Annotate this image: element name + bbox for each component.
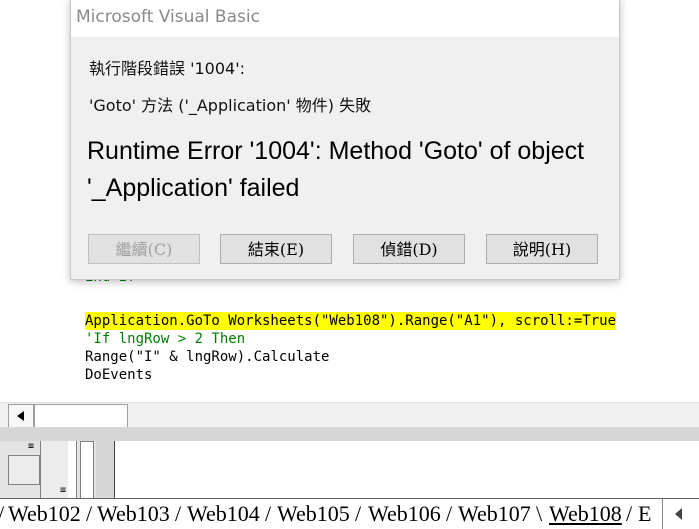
sheet-tab-web108-active[interactable]: Web108 — [549, 501, 622, 527]
sheet-tabs-bar: / Web102 / Web103 / Web104 / Web105 / We… — [0, 498, 699, 529]
sheet-tab-web102[interactable]: Web102 — [8, 501, 81, 527]
sheet-tab-web106[interactable]: Web106 — [368, 501, 441, 527]
tab-separator: / — [626, 501, 633, 526]
tab-separator: / — [355, 501, 362, 526]
code-line-comment[interactable]: 'If lngRow > 2 Then — [85, 330, 245, 348]
split-bar-right[interactable] — [80, 441, 94, 500]
tab-separator: / — [446, 501, 453, 526]
error-dialog: Microsoft Visual Basic 執行階段錯誤 '1004': 'G… — [70, 0, 620, 280]
sheet-tab-web107[interactable]: Web107 — [458, 501, 531, 527]
sheet-tab-web105[interactable]: Web105 — [277, 501, 350, 527]
tab-scroll-left-button[interactable] — [662, 499, 699, 529]
sheet-tab-web104[interactable]: Web104 — [187, 501, 260, 527]
chevron-left-icon — [675, 508, 682, 520]
error-code-text: 執行階段錯誤 '1004': — [89, 59, 245, 78]
error-message-text: 'Goto' 方法 ('_Application' 物件) 失敗 — [89, 96, 372, 115]
help-button[interactable]: 說明(H) — [486, 234, 598, 264]
sheet-tab-truncated[interactable]: E — [638, 501, 651, 527]
dialog-titlebar[interactable]: Microsoft Visual Basic — [71, 0, 619, 37]
tab-separator: / — [0, 501, 4, 527]
error-translation-overlay: Runtime Error '1004': Method 'Goto' of o… — [87, 137, 585, 202]
sheet-grid[interactable] — [114, 441, 699, 498]
split-bar[interactable] — [68, 441, 77, 498]
tab-separator: / — [265, 501, 272, 526]
tab-separator: / — [86, 501, 93, 526]
end-button[interactable]: 結束(E) — [220, 234, 332, 264]
code-line-highlighted[interactable]: Application.GoTo Worksheets("Web108").Ra… — [85, 312, 617, 330]
code-line[interactable]: Range("I" & lngRow).Calculate — [85, 348, 329, 366]
split-box[interactable] — [8, 455, 40, 485]
scroll-left-arrow-icon[interactable] — [8, 404, 34, 428]
continue-button: 繼續(C) — [88, 234, 200, 264]
code-line[interactable]: DoEvents — [85, 366, 152, 384]
tab-separator: \ — [536, 501, 543, 526]
sheet-tab-web103[interactable]: Web103 — [97, 501, 170, 527]
tab-separator: / — [175, 501, 182, 526]
split-handle-icon[interactable]: ≡ — [28, 441, 34, 452]
editor-horizontal-scrollbar[interactable] — [0, 402, 699, 428]
split-pane-controls: ≡ ≡ — [0, 441, 96, 500]
dialog-title: Microsoft Visual Basic — [76, 7, 260, 27]
debug-button[interactable]: 偵錯(D) — [353, 234, 465, 264]
split-handle-icon[interactable]: ≡ — [60, 485, 66, 496]
worksheet-area: ≡ ≡ — [0, 427, 699, 500]
scroll-thumb[interactable] — [34, 404, 128, 428]
